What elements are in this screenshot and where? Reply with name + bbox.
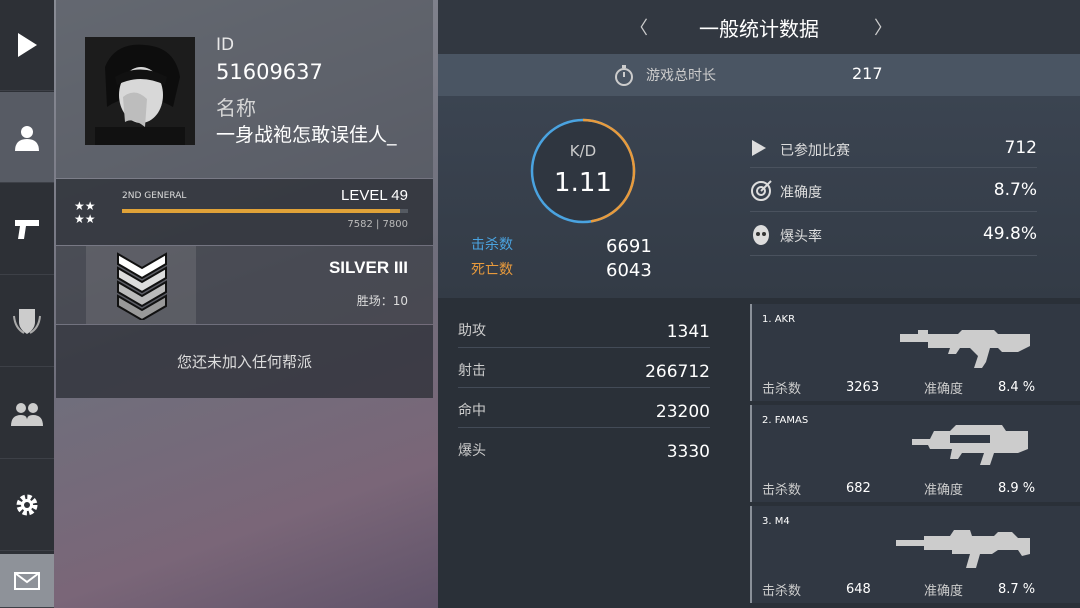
- weapon-kills-label: 击杀数: [762, 382, 802, 397]
- profile-header: ID 51609637 名称 一身战袍怎敢误佳人_: [56, 0, 433, 178]
- shots-value: 266712: [645, 362, 710, 382]
- xp-bar-track: [122, 209, 408, 213]
- hits-value: 23200: [655, 402, 710, 422]
- hits-row: 命中 23200: [458, 388, 710, 428]
- player-card: ID 51609637 名称 一身战袍怎敢误佳人_ ★★ ★★ 2ND GENE…: [56, 0, 433, 398]
- level-progress: ★★ ★★ 2ND GENERAL LEVEL 49 7582 | 7800: [56, 179, 433, 245]
- hits-label: 命中: [458, 403, 486, 419]
- weapon-name: 3. M4: [762, 516, 790, 527]
- league-rank: SILVER III 胜场：10: [56, 246, 433, 324]
- weapon-name: 2. FAMAS: [762, 415, 809, 426]
- svg-text:★★: ★★: [74, 199, 96, 213]
- shots-row: 射击 266712: [458, 348, 710, 388]
- m4-rifle-icon: [896, 530, 1030, 568]
- weapon-acc: 8.9 %: [998, 481, 1036, 496]
- prev-arrow-button[interactable]: 〈: [630, 14, 648, 40]
- akr-rifle-icon: [900, 330, 1030, 368]
- sidebar: [0, 0, 54, 608]
- accuracy-value: 8.7%: [993, 180, 1037, 200]
- stopwatch-icon: [615, 65, 633, 86]
- name-label: 名称: [216, 96, 256, 120]
- headshots-label: 爆头: [458, 443, 486, 459]
- weapon-kills: 3263: [846, 380, 880, 395]
- id-label: ID: [216, 35, 235, 55]
- weapon-kills-label: 击杀数: [762, 584, 802, 599]
- rank-title: 2ND GENERAL: [122, 191, 187, 201]
- shots-label: 射击: [458, 363, 486, 379]
- weapon-card[interactable]: 3. M4 击杀数 648 准确度 8.7 %: [750, 506, 1080, 603]
- accuracy-label: 准确度: [780, 185, 822, 201]
- stats-panel: 〈 一般统计数据 〉 游戏总时长 217 K/D 1.11 击杀数 6691 死…: [438, 0, 1080, 608]
- matches-value: 712: [1004, 138, 1037, 158]
- headshot-rate-row: 爆头率 49.8%: [750, 214, 1037, 256]
- assists-label: 助攻: [458, 323, 486, 339]
- avatar[interactable]: [85, 37, 195, 145]
- emblem-icon: [13, 309, 41, 334]
- league-name: SILVER III: [328, 258, 408, 277]
- accuracy-row: 准确度 8.7%: [750, 170, 1037, 212]
- kills-label: 击杀数: [471, 237, 513, 253]
- headshots-row: 爆头 3330: [458, 428, 710, 468]
- weapon-acc-label: 准确度: [924, 483, 964, 498]
- sidebar-item-settings[interactable]: [0, 460, 54, 551]
- headshot-rate-value: 49.8%: [982, 224, 1037, 244]
- play-small-icon: [752, 140, 766, 156]
- playtime-label: 游戏总时长: [646, 68, 716, 84]
- weapon-acc: 8.7 %: [998, 582, 1036, 597]
- weapon-acc: 8.4 %: [998, 380, 1036, 395]
- deaths-value: 6043: [606, 260, 652, 281]
- headshot-rate-label: 爆头率: [780, 229, 822, 245]
- xp-bar-fill: [122, 209, 400, 213]
- player-id: 51609637: [216, 60, 323, 84]
- next-arrow-button[interactable]: 〉: [874, 14, 892, 40]
- weapon-name: 1. AKR: [762, 314, 796, 325]
- sidebar-item-weapons[interactable]: [0, 184, 54, 275]
- mail-icon: [14, 571, 40, 590]
- clan-status[interactable]: 您还未加入任何帮派: [56, 325, 433, 398]
- assists-row: 助攻 1341: [458, 308, 710, 348]
- general-stars-icon: ★★ ★★: [74, 199, 96, 225]
- silver-rank-badge-icon: [117, 252, 167, 320]
- detail-stats: 助攻 1341 射击 266712 命中 23200 爆头 3330 1. AK…: [438, 298, 1080, 608]
- sidebar-item-play[interactable]: [0, 0, 54, 91]
- gear-icon: [16, 494, 38, 516]
- group-icon: [11, 403, 43, 426]
- weapon-acc-label: 准确度: [924, 584, 964, 599]
- famas-rifle-icon: [912, 425, 1028, 465]
- kills-value: 6691: [606, 236, 652, 257]
- weapon-card[interactable]: 2. FAMAS 击杀数 682 准确度 8.9 %: [750, 405, 1080, 502]
- kd-label: K/D: [569, 142, 597, 160]
- deaths-label: 死亡数: [471, 262, 513, 278]
- player-name: 一身战袍怎敢误佳人_: [216, 124, 397, 146]
- person-icon: [15, 126, 39, 151]
- weapon-kills-label: 击杀数: [762, 483, 802, 498]
- xp-text: 7582 | 7800: [347, 219, 408, 230]
- weapon-kills: 648: [846, 582, 871, 597]
- svg-text:★★: ★★: [74, 212, 96, 225]
- assists-value: 1341: [666, 322, 710, 342]
- headshots-value: 3330: [666, 442, 710, 462]
- weapon-card[interactable]: 1. AKR 击杀数 3263 准确度 8.4 %: [750, 304, 1080, 401]
- stats-title: 一般统计数据: [699, 16, 819, 41]
- playtime-row: 游戏总时长 217: [438, 54, 1080, 96]
- clan-text: 您还未加入任何帮派: [176, 353, 312, 371]
- sidebar-item-friends[interactable]: [0, 368, 54, 459]
- weapon-kills: 682: [846, 481, 871, 496]
- target-icon: [751, 180, 772, 201]
- pistol-icon: [15, 220, 39, 239]
- weapon-acc-label: 准确度: [924, 382, 964, 397]
- stats-header: 〈 一般统计数据 〉: [438, 0, 1080, 54]
- sidebar-item-ranks[interactable]: [0, 276, 54, 367]
- skull-mask-icon: [753, 225, 769, 245]
- playtime-value: 217: [852, 64, 883, 83]
- sidebar-item-mail[interactable]: [0, 554, 54, 608]
- matches-label: 已参加比赛: [780, 143, 850, 159]
- wins-text: 胜场：10: [356, 294, 408, 308]
- kd-value: 1.11: [554, 168, 612, 198]
- play-icon: [18, 33, 37, 57]
- sidebar-item-profile[interactable]: [0, 92, 54, 183]
- matches-row: 已参加比赛 712: [750, 126, 1037, 168]
- level-text: LEVEL 49: [341, 187, 408, 204]
